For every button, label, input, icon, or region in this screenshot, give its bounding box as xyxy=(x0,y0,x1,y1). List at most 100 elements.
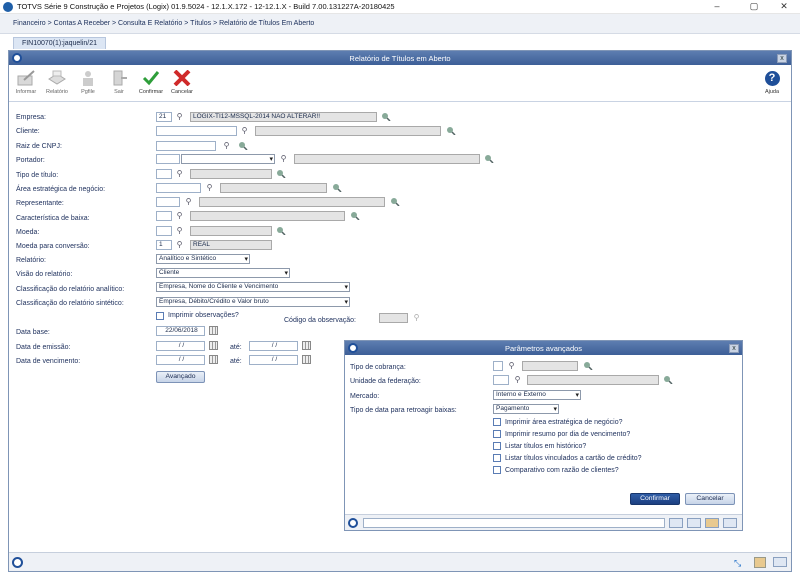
tab-program[interactable]: FIN10070(1):jaquelin/21 xyxy=(13,37,106,49)
data-base-input[interactable]: 22/06/2018 xyxy=(156,326,205,336)
portador-desc xyxy=(294,154,480,164)
opt-area-checkbox[interactable] xyxy=(493,418,501,426)
caract-baixa-input[interactable] xyxy=(156,211,172,221)
tipo-cobranca-input[interactable] xyxy=(493,361,503,371)
empresa-label: Empresa: xyxy=(16,114,46,121)
representante-input[interactable] xyxy=(156,197,180,207)
avancado-button[interactable]: Avançado xyxy=(156,371,205,383)
footer-resize-icon[interactable]: ⤡ xyxy=(734,558,741,569)
mercado-select[interactable]: Interno e Externo xyxy=(493,390,581,400)
dialog-footer-print-icon[interactable] xyxy=(705,518,719,528)
data-emissao-from-input[interactable]: / / xyxy=(156,341,205,351)
tipo-titulo-zoom-icon[interactable] xyxy=(276,169,286,179)
footer-chat-icon[interactable] xyxy=(773,557,787,567)
relatorio-select[interactable]: Analítico e Sintético xyxy=(156,254,250,264)
uf-input[interactable] xyxy=(493,375,509,385)
opt-razao-label: Comparativo com razão de clientes? xyxy=(505,467,619,474)
data-venc-to-calendar-icon[interactable] xyxy=(302,355,311,364)
opt-resumo-checkbox[interactable] xyxy=(493,430,501,438)
close-app-button[interactable]: ✕ xyxy=(772,1,796,12)
opt-historico-checkbox[interactable] xyxy=(493,442,501,450)
confirmar-label: Confirmar xyxy=(138,89,164,95)
empresa-zoom-icon[interactable] xyxy=(381,112,391,122)
uf-zoom-icon[interactable] xyxy=(663,375,673,385)
cancelar-button[interactable]: Cancelar xyxy=(169,69,195,95)
informar-button[interactable]: Informar xyxy=(13,69,39,95)
help-button[interactable]: ? Ajuda xyxy=(759,69,785,95)
tipo-titulo-input[interactable] xyxy=(156,169,172,179)
data-emissao-to-input[interactable]: / / xyxy=(249,341,298,351)
portador-input[interactable] xyxy=(156,154,180,164)
tipo-data-select[interactable]: Pagamento xyxy=(493,404,559,414)
sair-button[interactable]: Sair xyxy=(106,69,132,95)
opt-area-label: Imprimir área estratégica de negócio? xyxy=(505,419,623,426)
imprimir-obs-label: Imprimir observações? xyxy=(168,312,239,319)
pagfile-button[interactable]: Pgfile xyxy=(75,69,101,95)
caract-baixa-desc xyxy=(190,211,345,221)
dialog-cancel-button[interactable]: Cancelar xyxy=(685,493,735,505)
class-sintetico-select[interactable]: Empresa, Débito/Crédito e Valor bruto xyxy=(156,297,350,307)
data-base-calendar-icon[interactable] xyxy=(209,326,218,335)
representante-zoom-icon[interactable] xyxy=(390,197,400,207)
dialog-confirm-button[interactable]: Confirmar xyxy=(630,493,680,505)
visao-label: Visão do relatório: xyxy=(16,271,73,278)
moeda-search-icon[interactable]: ⚲ xyxy=(175,226,184,235)
edit-icon xyxy=(13,69,39,87)
representante-search-icon[interactable]: ⚲ xyxy=(184,197,193,206)
tipo-cobranca-search-icon[interactable]: ⚲ xyxy=(507,361,516,370)
footer-print-icon[interactable] xyxy=(754,557,766,568)
portador-search-icon[interactable]: ⚲ xyxy=(279,154,288,163)
empresa-search-icon[interactable]: ⚲ xyxy=(175,112,184,121)
portador-type-select[interactable] xyxy=(181,154,275,164)
portador-zoom-icon[interactable] xyxy=(484,154,494,164)
class-analitico-select[interactable]: Empresa, Nome do Cliente e Vencimento xyxy=(156,282,350,292)
uf-search-icon[interactable]: ⚲ xyxy=(513,375,522,384)
relatorio-button[interactable]: Relatório xyxy=(44,69,70,95)
tipo-cobranca-zoom-icon[interactable] xyxy=(583,361,593,371)
imprimir-obs-checkbox[interactable] xyxy=(156,312,164,320)
opt-historico-label: Listar títulos em histórico? xyxy=(505,443,587,450)
codigo-obs-label: Código da observação: xyxy=(284,317,356,324)
cliente-zoom-icon[interactable] xyxy=(446,126,456,136)
moeda-conversao-input[interactable]: 1 xyxy=(156,240,172,250)
raiz-cnpj-zoom-icon[interactable] xyxy=(238,141,248,151)
empresa-code-input[interactable]: 21 xyxy=(156,112,172,122)
visao-select[interactable]: Cliente xyxy=(156,268,290,278)
moeda-input[interactable] xyxy=(156,226,172,236)
cliente-desc xyxy=(255,126,441,136)
cliente-search-icon[interactable]: ⚲ xyxy=(240,126,249,135)
codigo-obs-search-icon[interactable]: ⚲ xyxy=(412,313,421,322)
cliente-input[interactable] xyxy=(156,126,237,136)
tipo-titulo-search-icon[interactable]: ⚲ xyxy=(175,169,184,178)
raiz-cnpj-input[interactable] xyxy=(156,141,216,151)
close-window-button[interactable]: x xyxy=(777,54,787,63)
maximize-button[interactable]: ▢ xyxy=(742,1,766,12)
area-input[interactable] xyxy=(156,183,201,193)
opt-cartao-checkbox[interactable] xyxy=(493,454,501,462)
dialog-footer-help-icon[interactable] xyxy=(723,518,737,528)
area-zoom-icon[interactable] xyxy=(332,183,342,193)
printer-icon xyxy=(44,69,70,87)
area-search-icon[interactable]: ⚲ xyxy=(205,183,214,192)
confirmar-button[interactable]: Confirmar xyxy=(138,69,164,95)
dialog-footer-resize-icon[interactable] xyxy=(687,518,701,528)
close-dialog-button[interactable]: x xyxy=(729,344,739,353)
raiz-cnpj-search-icon[interactable]: ⚲ xyxy=(222,141,231,150)
moeda-conversao-search-icon[interactable]: ⚲ xyxy=(175,240,184,249)
data-emissao-to-calendar-icon[interactable] xyxy=(302,341,311,350)
moeda-conversao-desc: REAL xyxy=(190,240,272,250)
caract-baixa-zoom-icon[interactable] xyxy=(350,211,360,221)
data-venc-from-calendar-icon[interactable] xyxy=(209,355,218,364)
data-venc-to-input[interactable]: / / xyxy=(249,355,298,365)
opt-razao-checkbox[interactable] xyxy=(493,466,501,474)
dialog-footer-chat-icon[interactable] xyxy=(669,518,683,528)
codigo-obs-input[interactable] xyxy=(379,313,408,323)
data-vencimento-label: Data de vencimento: xyxy=(16,358,81,365)
data-venc-from-input[interactable]: / / xyxy=(156,355,205,365)
minimize-button[interactable]: – xyxy=(705,1,729,11)
relatorio-label: Relatório: xyxy=(16,257,46,264)
toolbar-divider xyxy=(9,101,791,102)
moeda-zoom-icon[interactable] xyxy=(276,226,286,236)
data-emissao-from-calendar-icon[interactable] xyxy=(209,341,218,350)
caract-baixa-search-icon[interactable]: ⚲ xyxy=(175,211,184,220)
